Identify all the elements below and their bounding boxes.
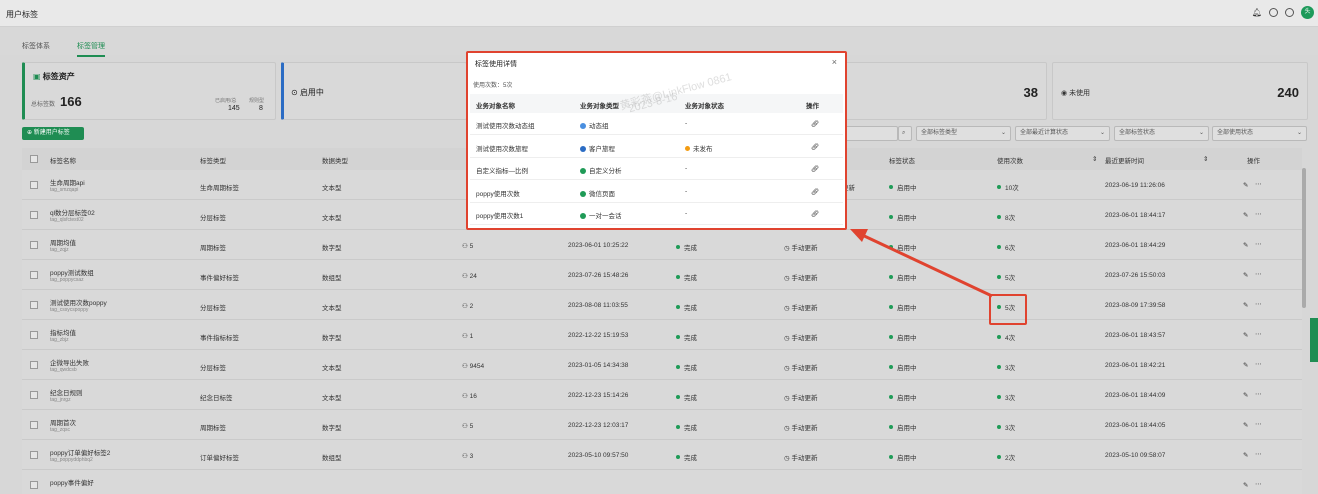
modal-row: 测试使用次数旅程 客户旅程 未发布 🔗︎ bbox=[470, 136, 843, 158]
object-type: 微信页面 bbox=[580, 188, 615, 198]
link-icon[interactable]: 🔗︎ bbox=[811, 188, 819, 196]
modal-row: poppy使用次数1 一对一会话 - 🔗︎ bbox=[470, 203, 843, 225]
journey-icon bbox=[580, 145, 586, 152]
group-icon bbox=[580, 123, 586, 129]
object-status: - bbox=[685, 120, 688, 127]
object-name: 测试使用次数旅程 bbox=[476, 145, 528, 153]
mcol-name: 业务对象名称 bbox=[476, 103, 515, 110]
modal-usage-count: 使用次数：5次 bbox=[473, 83, 513, 89]
object-type: 动态组 bbox=[580, 120, 609, 130]
mcol-type: 业务对象类型 bbox=[580, 103, 619, 110]
object-type: 一对一会话 bbox=[580, 210, 622, 220]
object-status: - bbox=[685, 165, 688, 172]
object-status: 未发布 bbox=[685, 143, 713, 153]
object-type: 自定义分析 bbox=[580, 165, 622, 175]
modal-row: poppy使用次数 微信页面 - 🔗︎ bbox=[470, 181, 843, 203]
object-name: poppy使用次数 bbox=[476, 190, 520, 198]
object-status: - bbox=[685, 210, 688, 217]
object-status: - bbox=[685, 187, 688, 195]
object-name: 测试使用次数动态组 bbox=[476, 123, 535, 130]
mcol-op: 操作 bbox=[806, 103, 819, 110]
link-icon[interactable]: 🔗︎ bbox=[811, 143, 819, 151]
link-icon[interactable]: 🔗︎ bbox=[811, 165, 819, 173]
wechat-icon bbox=[580, 190, 586, 197]
object-type: 客户旅程 bbox=[580, 143, 615, 153]
wechat-icon bbox=[580, 213, 586, 219]
analysis-icon bbox=[580, 168, 586, 174]
mcol-status: 业务对象状态 bbox=[685, 103, 724, 110]
modal-row: 测试使用次数动态组 动态组 - 🔗︎ bbox=[470, 113, 843, 135]
object-name: poppy使用次数1 bbox=[476, 213, 524, 220]
close-icon[interactable]: × bbox=[832, 57, 837, 67]
modal-title: 标签使用详情 bbox=[475, 61, 517, 68]
object-name: 自定义指标—比例 bbox=[476, 168, 528, 175]
usage-detail-modal: 标签使用详情 × 使用次数：5次 业务对象名称 业务对象类型 业务对象状态 操作… bbox=[466, 51, 847, 230]
modal-row: 自定义指标—比例 自定义分析 - 🔗︎ bbox=[470, 158, 843, 180]
link-icon[interactable]: 🔗︎ bbox=[811, 210, 819, 218]
link-icon[interactable]: 🔗︎ bbox=[811, 120, 819, 128]
modal-table-header: 业务对象名称 业务对象类型 业务对象状态 操作 bbox=[470, 94, 843, 113]
